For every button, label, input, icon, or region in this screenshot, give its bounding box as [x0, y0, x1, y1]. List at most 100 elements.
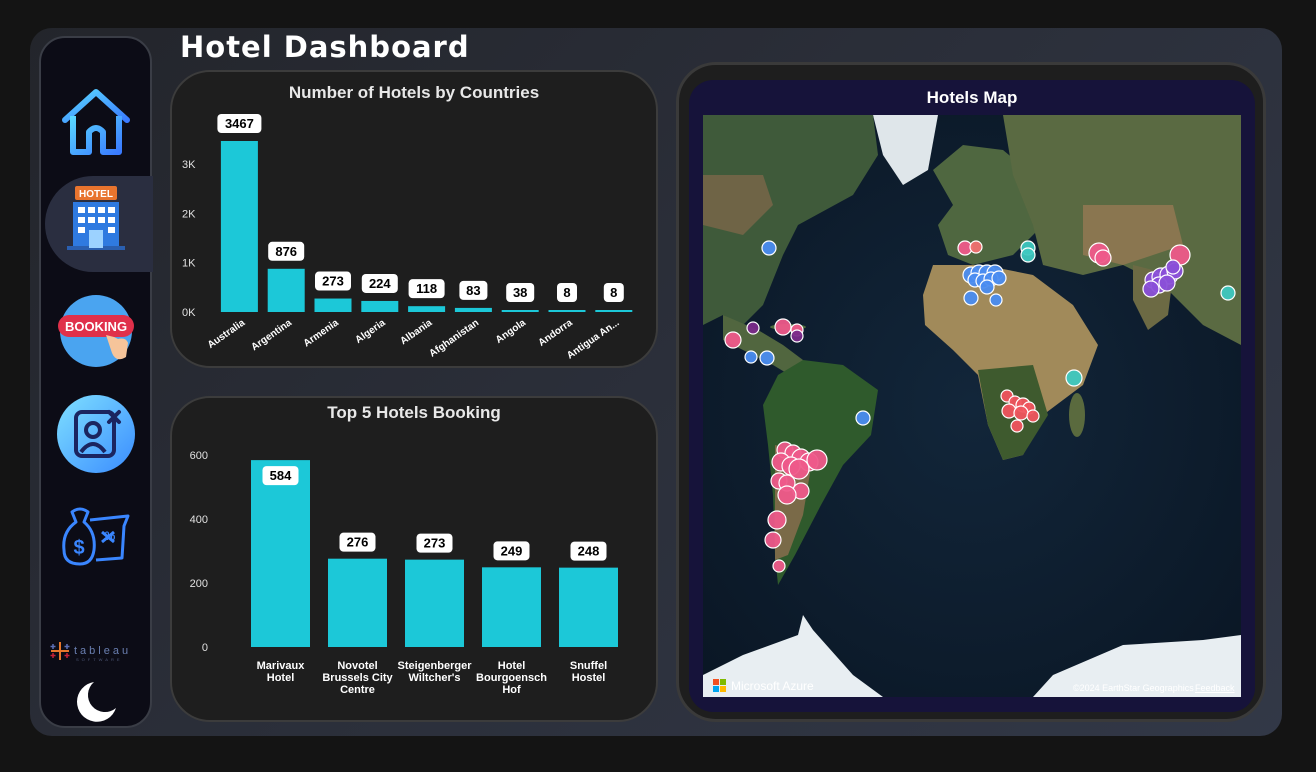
data-label: 3467	[225, 116, 254, 131]
hotel-map-marker[interactable]	[1094, 249, 1112, 267]
data-label: 8	[610, 285, 617, 300]
bar[interactable]	[454, 307, 492, 312]
hotel-map-marker[interactable]	[761, 240, 777, 256]
bar[interactable]	[251, 460, 310, 647]
x-tick-label: Armenia	[302, 317, 341, 349]
moon-icon	[76, 682, 116, 722]
hotel-map-marker[interactable]	[724, 331, 742, 349]
svg-text:tableau: tableau	[74, 645, 131, 657]
data-label: 224	[369, 276, 391, 291]
hotel-map-marker[interactable]	[767, 510, 787, 530]
nav-cancellations[interactable]	[39, 393, 152, 475]
hotels-map[interactable]: Microsoft Azure ©2024 EarthStar Geograph…	[703, 115, 1241, 697]
nav-revenue[interactable]: $ %	[39, 500, 152, 572]
y-tick-label: 200	[190, 578, 208, 590]
map-feedback-link[interactable]: Feedback	[1195, 683, 1235, 693]
svg-text:BOOKING: BOOKING	[64, 319, 126, 334]
hotel-map-marker[interactable]	[788, 458, 810, 480]
data-label: 248	[578, 544, 600, 559]
map-copyright: ©2024 EarthStar Geographics	[1073, 683, 1194, 693]
x-tick-label: Hotel	[267, 672, 295, 684]
x-tick-label: Hof	[502, 684, 521, 696]
countries-chart-card: Number of Hotels by Countries 0K 1K 2K 3K 34…	[170, 70, 658, 368]
y-tick-label: 2K	[182, 208, 196, 220]
hotel-map-marker[interactable]	[772, 559, 786, 573]
bar[interactable]	[328, 558, 387, 647]
nav-hotels[interactable]: HOTEL	[39, 180, 152, 254]
bar[interactable]	[220, 141, 258, 312]
theme-toggle[interactable]	[39, 678, 152, 726]
x-tick-label: Afghanistan	[427, 317, 481, 359]
bar[interactable]	[361, 300, 399, 312]
bar[interactable]	[314, 298, 352, 312]
y-tick-label: 0	[202, 642, 208, 654]
nav-home[interactable]	[39, 84, 152, 160]
hotel-map-marker[interactable]	[1142, 280, 1160, 298]
y-tick-label: 600	[190, 450, 208, 462]
data-label: 38	[513, 285, 527, 300]
hotel-map-marker[interactable]	[790, 329, 804, 343]
map-title: Hotels Map	[926, 88, 1018, 107]
x-tick-label: Hostel	[572, 672, 606, 684]
hotel-map-marker[interactable]	[1013, 405, 1029, 421]
hotel-map-marker[interactable]	[744, 350, 758, 364]
tableau-logo: tableau SOFTWARE	[39, 638, 152, 664]
data-label: 118	[416, 281, 437, 296]
y-tick-label: 400	[190, 514, 208, 526]
x-tick-label: Argentina	[249, 317, 294, 353]
hotel-map-marker[interactable]	[855, 410, 871, 426]
hotel-icon: HOTEL	[66, 186, 125, 250]
hotel-map-marker[interactable]	[979, 279, 995, 295]
svg-text:$: $	[73, 537, 84, 559]
svg-text:%: %	[104, 529, 115, 543]
hotel-map-marker[interactable]	[1010, 419, 1024, 433]
hotel-map-marker[interactable]	[1020, 247, 1036, 263]
hotel-map-marker[interactable]	[759, 350, 775, 366]
data-label: 249	[501, 543, 523, 558]
data-label: 876	[275, 244, 297, 259]
x-tick-label: Bourgoensch	[476, 672, 547, 684]
hotel-map-marker[interactable]	[764, 531, 782, 549]
hotel-map-marker[interactable]	[1158, 274, 1176, 292]
hotel-map-marker[interactable]	[991, 270, 1007, 286]
top5-chart-card: Top 5 Hotels Booking 0 200 400 600 584 Mariva…	[170, 396, 658, 722]
bar[interactable]	[559, 567, 618, 647]
home-icon	[61, 89, 130, 155]
hotel-map-marker[interactable]	[1026, 409, 1040, 423]
x-tick-label: Algeria	[353, 317, 387, 346]
y-tick-label: 0K	[182, 307, 196, 319]
x-tick-label: Wiltcher's	[408, 672, 460, 684]
bar[interactable]	[405, 559, 464, 647]
data-label: 273	[424, 536, 446, 551]
world-map-canvas	[703, 115, 1241, 697]
hotel-map-marker[interactable]	[989, 293, 1003, 307]
hotel-map-marker[interactable]	[1220, 285, 1236, 301]
hotel-map-marker[interactable]	[969, 240, 983, 254]
bar[interactable]	[267, 268, 305, 312]
money-bag-icon: $ %	[61, 507, 129, 566]
data-label: 276	[347, 535, 369, 550]
hotel-map-marker[interactable]	[774, 318, 792, 336]
hotel-map-marker[interactable]	[746, 321, 760, 335]
bar[interactable]	[595, 310, 633, 312]
hotel-map-marker[interactable]	[963, 290, 979, 306]
countries-bar-chart: 0K 1K 2K 3K 3467 Australia 876 Argentina 273 Arme…	[182, 114, 633, 362]
nav-booking[interactable]: BOOKING	[39, 290, 152, 372]
bar[interactable]	[501, 310, 539, 312]
x-tick-label: Antigua An...	[565, 317, 622, 361]
azure-attribution: Microsoft Azure	[713, 679, 814, 693]
x-tick-label: Marivaux	[257, 660, 306, 672]
x-tick-label: Angola	[494, 317, 528, 346]
hotel-map-marker[interactable]	[1065, 369, 1083, 387]
data-label: 8	[563, 285, 570, 300]
hotel-map-marker[interactable]	[1165, 259, 1181, 275]
top5-bar-chart: 0200400600584MarivauxHotel276NovotelBrus…	[190, 450, 618, 696]
hotel-map-marker[interactable]	[806, 449, 828, 471]
bar[interactable]	[482, 567, 541, 647]
bar[interactable]	[408, 306, 446, 312]
x-tick-label: Australia	[206, 317, 248, 351]
bar[interactable]	[548, 310, 586, 312]
hotel-map-marker[interactable]	[777, 485, 797, 505]
booking-icon: BOOKING	[57, 295, 134, 367]
x-tick-label: Steigenberger	[398, 660, 473, 672]
